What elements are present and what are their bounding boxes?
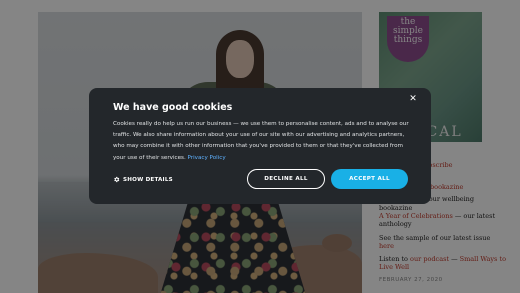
close-icon[interactable]: ✕ — [407, 93, 419, 105]
show-details-button[interactable]: SHOW DETAILS — [113, 176, 173, 183]
cookie-dialog-body: Cookies really do help us run our busine… — [113, 119, 413, 164]
show-details-label: SHOW DETAILS — [123, 176, 173, 183]
cookie-dialog-text: Cookies really do help us run our busine… — [113, 121, 409, 161]
gear-icon — [114, 176, 120, 183]
decline-all-button[interactable]: DECLINE ALL — [247, 169, 325, 189]
cookie-consent-dialog: We have good cookies ✕ Cookies really do… — [89, 88, 431, 204]
cookie-dialog-title: We have good cookies — [113, 102, 233, 113]
privacy-policy-link[interactable]: Privacy Policy — [188, 155, 226, 161]
accept-all-button[interactable]: ACCEPT ALL — [331, 169, 408, 189]
